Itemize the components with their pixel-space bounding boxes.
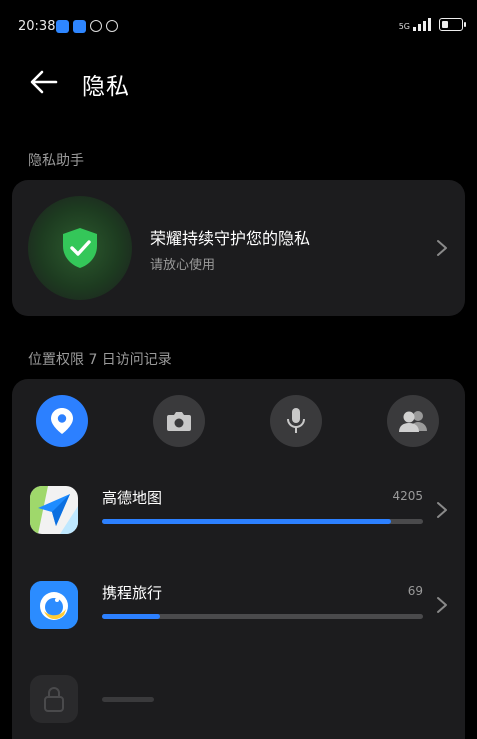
- camera-icon: [167, 412, 191, 431]
- location-icon: [51, 408, 73, 434]
- privacy-assistant-label: 隐私助手: [28, 153, 84, 169]
- chevron-right-icon[interactable]: [436, 501, 448, 519]
- permission-history-card: 高德地图 4205 携程旅行 69: [12, 379, 465, 739]
- app-access-count: 69: [407, 584, 423, 598]
- notification-icons: [56, 20, 118, 33]
- status-bar: 20:38 5G: [0, 0, 477, 56]
- status-time: 20:38: [18, 19, 56, 34]
- status-right: 5G: [399, 18, 466, 31]
- privacy-assistant-card[interactable]: 荣耀持续守护您的隐私 请放心使用: [12, 180, 465, 316]
- contacts-icon: [399, 411, 427, 432]
- mail-notification-icon: [73, 20, 86, 33]
- chevron-right-icon[interactable]: [436, 596, 448, 614]
- microphone-permission-button[interactable]: [270, 395, 322, 447]
- app-access-bar: [102, 519, 423, 524]
- assistant-subtitle: 请放心使用: [150, 258, 216, 273]
- amap-app-icon: [30, 486, 78, 534]
- contacts-permission-button[interactable]: [387, 395, 439, 447]
- network-type: 5G: [398, 22, 410, 31]
- page-title: 隐私: [82, 74, 130, 100]
- shield-notification-icon: [106, 20, 118, 32]
- placeholder-app-icon: [30, 675, 78, 723]
- app-access-bar: [102, 614, 423, 619]
- chevron-right-icon: [437, 240, 447, 256]
- back-arrow-icon[interactable]: [28, 66, 60, 98]
- location-history-label: 位置权限 7 日访问记录: [28, 352, 172, 368]
- app-name: 携程旅行: [102, 584, 163, 602]
- app-access-bar-fill: [102, 519, 391, 524]
- assistant-title: 荣耀持续守护您的隐私: [150, 229, 311, 248]
- app-access-count: 4205: [392, 489, 423, 503]
- battery-icon: [439, 18, 466, 31]
- app-name: 高德地图: [102, 489, 163, 507]
- globe-icon: [90, 20, 102, 32]
- signal-icon: 5G: [399, 18, 431, 31]
- lock-icon: [44, 687, 64, 712]
- app-access-bar-fill: [102, 614, 160, 619]
- placeholder-line: [102, 697, 154, 702]
- shield-check-icon: [63, 228, 97, 268]
- location-permission-button[interactable]: [36, 395, 88, 447]
- message-notification-icon: [56, 20, 69, 33]
- microphone-icon: [287, 408, 305, 433]
- top-app-bar: 隐私: [0, 56, 477, 112]
- ctrip-app-icon: [30, 581, 78, 629]
- camera-permission-button[interactable]: [153, 395, 205, 447]
